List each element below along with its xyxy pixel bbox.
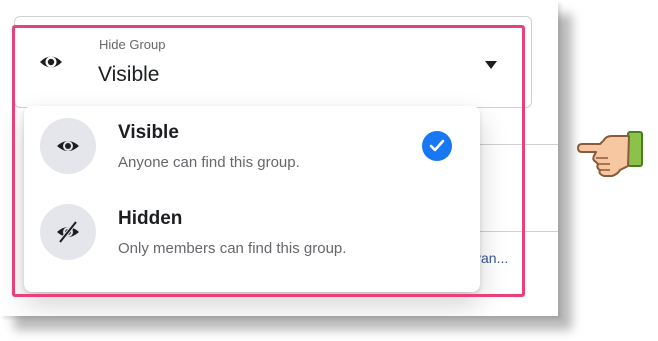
select-value: Visible [98, 63, 160, 86]
eye-slash-icon [40, 204, 96, 260]
group-settings-panel: van... Hide Group Visible Visible Anyone… [0, 0, 558, 316]
checkmark-icon [422, 131, 452, 161]
option-title: Hidden [118, 208, 183, 229]
select-label: Hide Group [99, 37, 166, 52]
option-title: Visible [118, 122, 179, 143]
pointing-hand-icon [576, 128, 648, 195]
option-description: Anyone can find this group. [118, 154, 300, 171]
caret-down-icon[interactable] [485, 61, 497, 69]
visibility-dropdown: Visible Anyone can find this group. Hidd… [24, 106, 480, 292]
option-hidden[interactable]: Hidden Only members can find this group. [24, 192, 480, 272]
eye-icon [40, 118, 96, 174]
option-visible[interactable]: Visible Anyone can find this group. [24, 106, 480, 186]
hide-group-select[interactable]: Hide Group Visible [14, 16, 532, 108]
eye-icon [39, 52, 63, 72]
option-description: Only members can find this group. [118, 240, 347, 257]
